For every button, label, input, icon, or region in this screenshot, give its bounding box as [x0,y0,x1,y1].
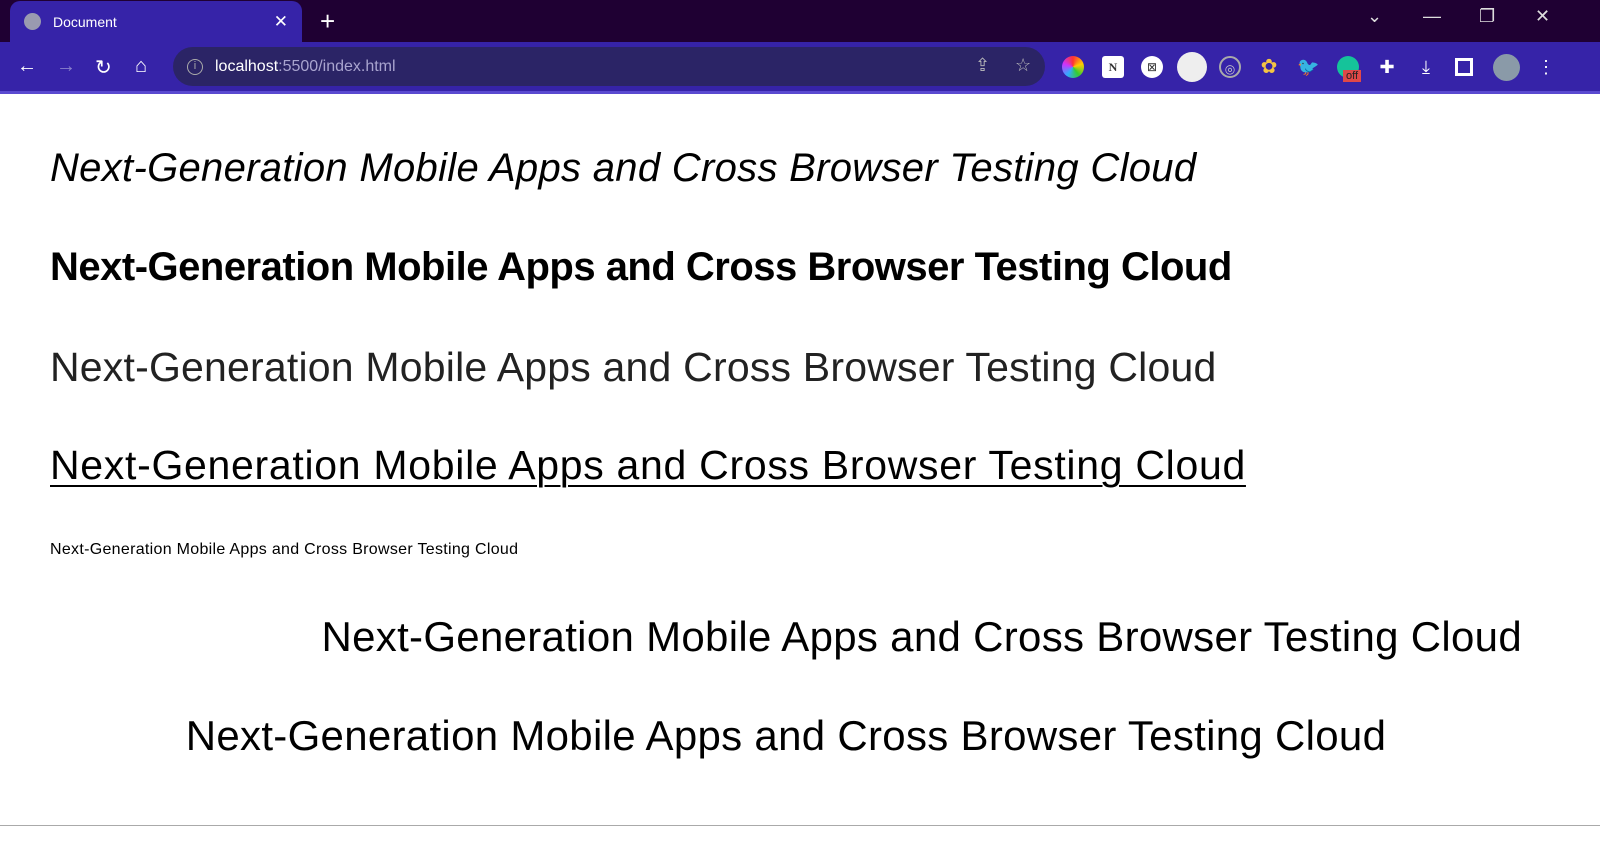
colorzilla-icon[interactable] [1062,56,1084,78]
heading-italic: Next-Generation Mobile Apps and Cross Br… [50,146,1197,190]
heading-right-aligned: Next-Generation Mobile Apps and Cross Br… [321,613,1522,660]
bottom-divider [0,825,1600,826]
url-path: :5500/index.html [278,57,396,75]
info-icon[interactable]: i [187,58,203,75]
share-icon[interactable]: ⇪ [975,55,990,76]
tab-title: Document [53,13,117,30]
tab-search-icon[interactable]: ⌄ [1367,6,1382,27]
bookmark-star-icon[interactable]: ☆ [1015,55,1031,76]
heading-light: Next-Generation Mobile Apps and Cross Br… [50,344,1217,390]
menu-icon[interactable]: ⋮ [1535,56,1557,78]
close-window-icon[interactable]: ✕ [1535,6,1550,27]
extension-icon[interactable]: ⊠ [1141,56,1163,78]
puzzle-icon[interactable]: ✚ [1376,56,1398,78]
download-icon[interactable]: ⤓ [1415,56,1437,78]
text-small: Next-Generation Mobile Apps and Cross Br… [50,541,519,558]
new-tab-button[interactable]: + [320,6,335,37]
heading-bold: Next-Generation Mobile Apps and Cross Br… [50,245,1232,289]
url-host: localhost [215,57,279,75]
twitter-icon[interactable]: 🐦 [1297,56,1319,78]
close-tab-icon[interactable]: ✕ [274,12,288,32]
forward-icon[interactable]: → [56,55,76,78]
title-bar: Document ✕ + ⌄ — ❐ ✕ [0,0,1600,42]
avatar[interactable] [1493,54,1520,81]
home-icon[interactable]: ⌂ [135,55,147,78]
minimize-icon[interactable]: — [1423,6,1441,27]
target-icon[interactable]: ◎ [1219,56,1241,78]
react-icon[interactable] [1177,52,1207,82]
react-devtools-icon[interactable]: ✿ [1258,56,1280,78]
tab-document[interactable]: Document ✕ [10,1,302,42]
globe-icon [24,13,41,30]
address-bar[interactable]: i localhost:5500/index.html ⇪ ☆ [173,47,1045,86]
back-icon[interactable]: ← [17,55,37,78]
grammarly-off-badge: off [1343,70,1362,82]
side-panel-icon[interactable] [1455,58,1473,76]
restore-icon[interactable]: ❐ [1479,6,1495,27]
heading-centered: Next-Generation Mobile Apps and Cross Br… [185,712,1387,759]
notion-icon[interactable]: N [1102,56,1124,78]
toolbar: ← → ↻ ⌂ i localhost:5500/index.html ⇪ ☆ … [0,42,1600,94]
heading-underline: Next-Generation Mobile Apps and Cross Br… [50,442,1246,488]
reload-icon[interactable]: ↻ [95,55,112,80]
